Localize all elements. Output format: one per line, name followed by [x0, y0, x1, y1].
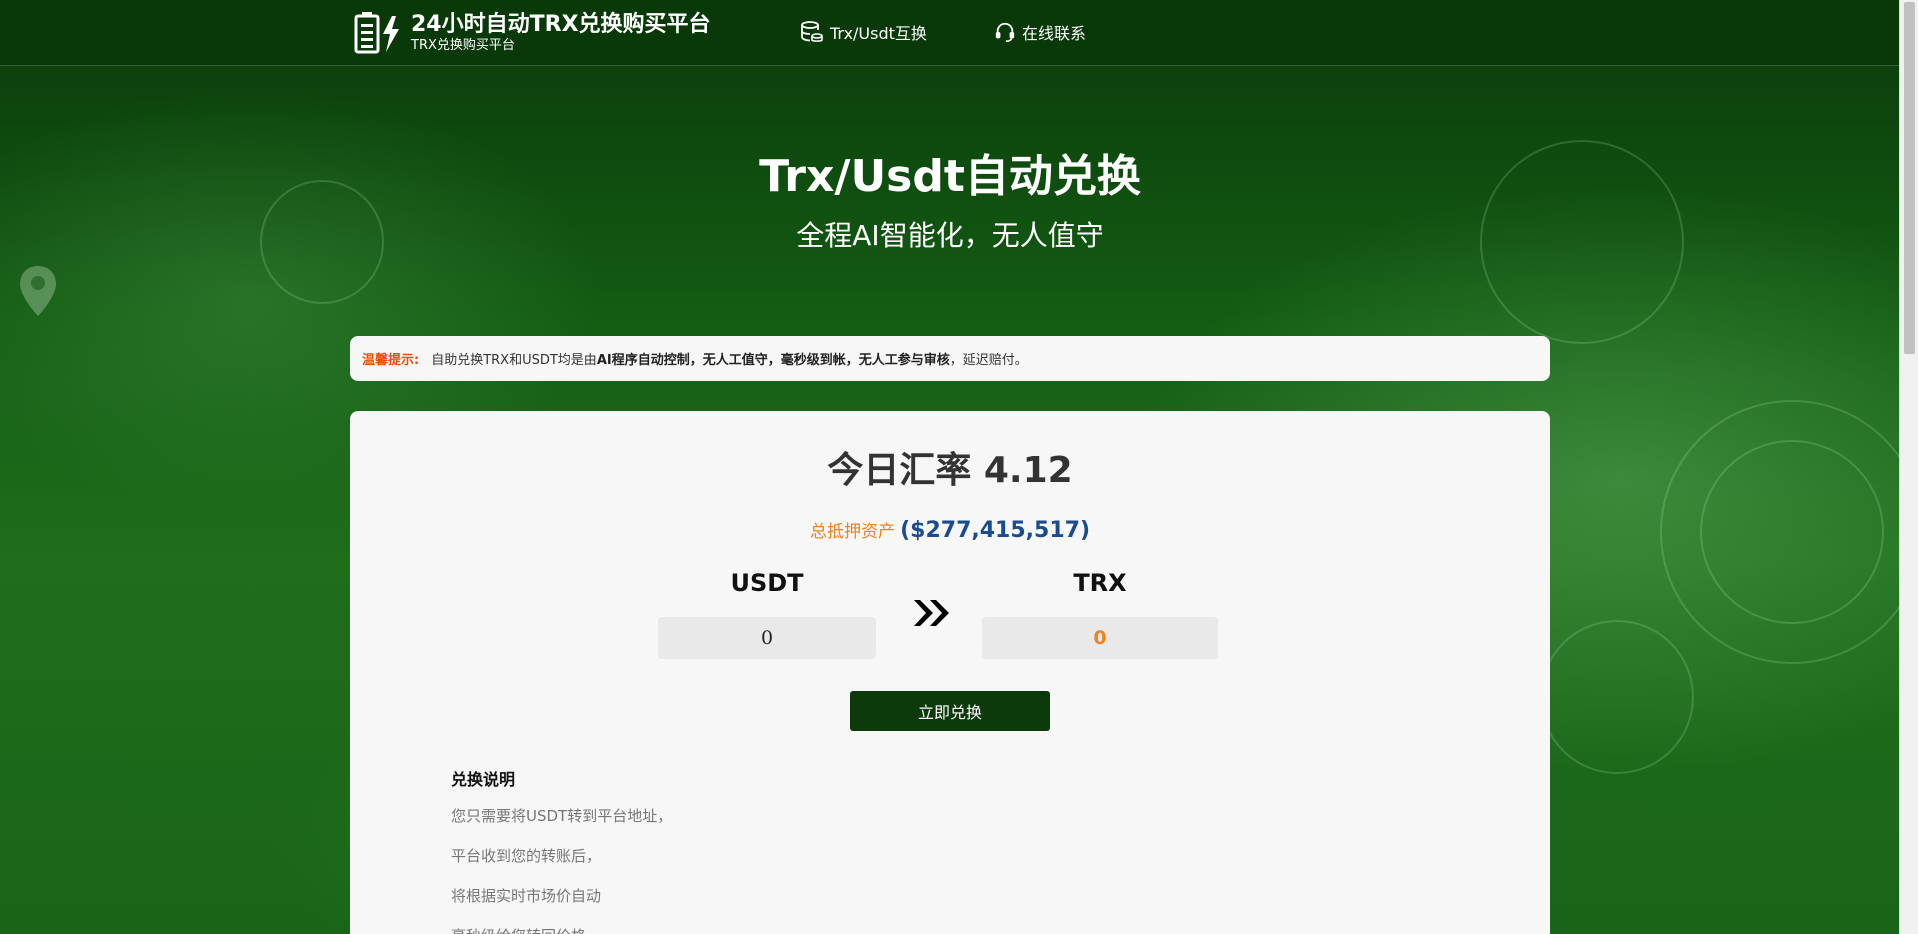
assets-label: 总抵押资产 [810, 522, 895, 542]
info-title: 兑换说明 [451, 770, 516, 789]
notice-text-a: 自助兑换TRX和USDT均是由 [431, 353, 597, 368]
exchange-rate: 今日汇率 4.12 [827, 450, 1073, 491]
notice-banner: 温馨提示: 自助兑换TRX和USDT均是由AI程序自动控制，无人工值守，毫秒级到… [350, 336, 1550, 381]
database-icon [801, 21, 823, 42]
info-line: 您只需要将USDT转到平台地址， [451, 807, 673, 825]
headset-icon [995, 22, 1015, 42]
notice-label: 温馨提示: [362, 353, 420, 368]
location-pin-icon [20, 266, 56, 316]
battery-bolt-icon [354, 12, 399, 54]
nav-online-contact[interactable]: 在线联系 [994, 20, 1086, 44]
nav-trx-usdt-swap[interactable]: Trx/Usdt互换 [800, 20, 927, 44]
trx-label: TRX [1073, 569, 1127, 597]
info-line: 平台收到您的转账后， [451, 847, 602, 865]
top-header: 24小时自动TRX兑换购买平台 TRX兑换购买平台 Trx/Usdt互换 在线联… [0, 0, 1900, 66]
double-chevron-right-icon [914, 600, 949, 626]
exchange-card: 今日汇率 4.12 总抵押资产 ($277,415,517) USDT TRX … [350, 411, 1550, 934]
total-assets: 总抵押资产 ($277,415,517) [350, 517, 1550, 543]
hero-title: Trx/Usdt自动兑换 [759, 151, 1141, 202]
info-line: 毫秒级给您转回价格 [451, 925, 586, 934]
exchange-now-button[interactable]: 立即兑换 [850, 691, 1050, 731]
nav-label: Trx/Usdt互换 [830, 24, 927, 43]
assets-value: ($277,415,517) [900, 518, 1090, 543]
nav-label: 在线联系 [1022, 24, 1087, 43]
notice-text-c: ，延迟赔付。 [949, 353, 1028, 368]
info-line: 将根据实时市场价自动 [451, 887, 602, 905]
hero-subtitle: 全程AI智能化，无人值守 [796, 219, 1104, 252]
site-subtitle: TRX兑换购买平台 [411, 38, 515, 53]
page-scrollbar[interactable] [1899, 0, 1918, 934]
usdt-amount-input[interactable] [658, 617, 876, 659]
notice-text-bold: AI程序自动控制，无人工值守，毫秒级到帐，无人工参与审核 [596, 353, 950, 368]
usdt-label: USDT [730, 569, 804, 597]
notice-text: 自助兑换TRX和USDT均是由AI程序自动控制，无人工值守，毫秒级到帐，无人工参… [431, 349, 1028, 368]
trx-amount-output [982, 617, 1218, 659]
scrollbar-thumb[interactable] [1904, 2, 1915, 354]
